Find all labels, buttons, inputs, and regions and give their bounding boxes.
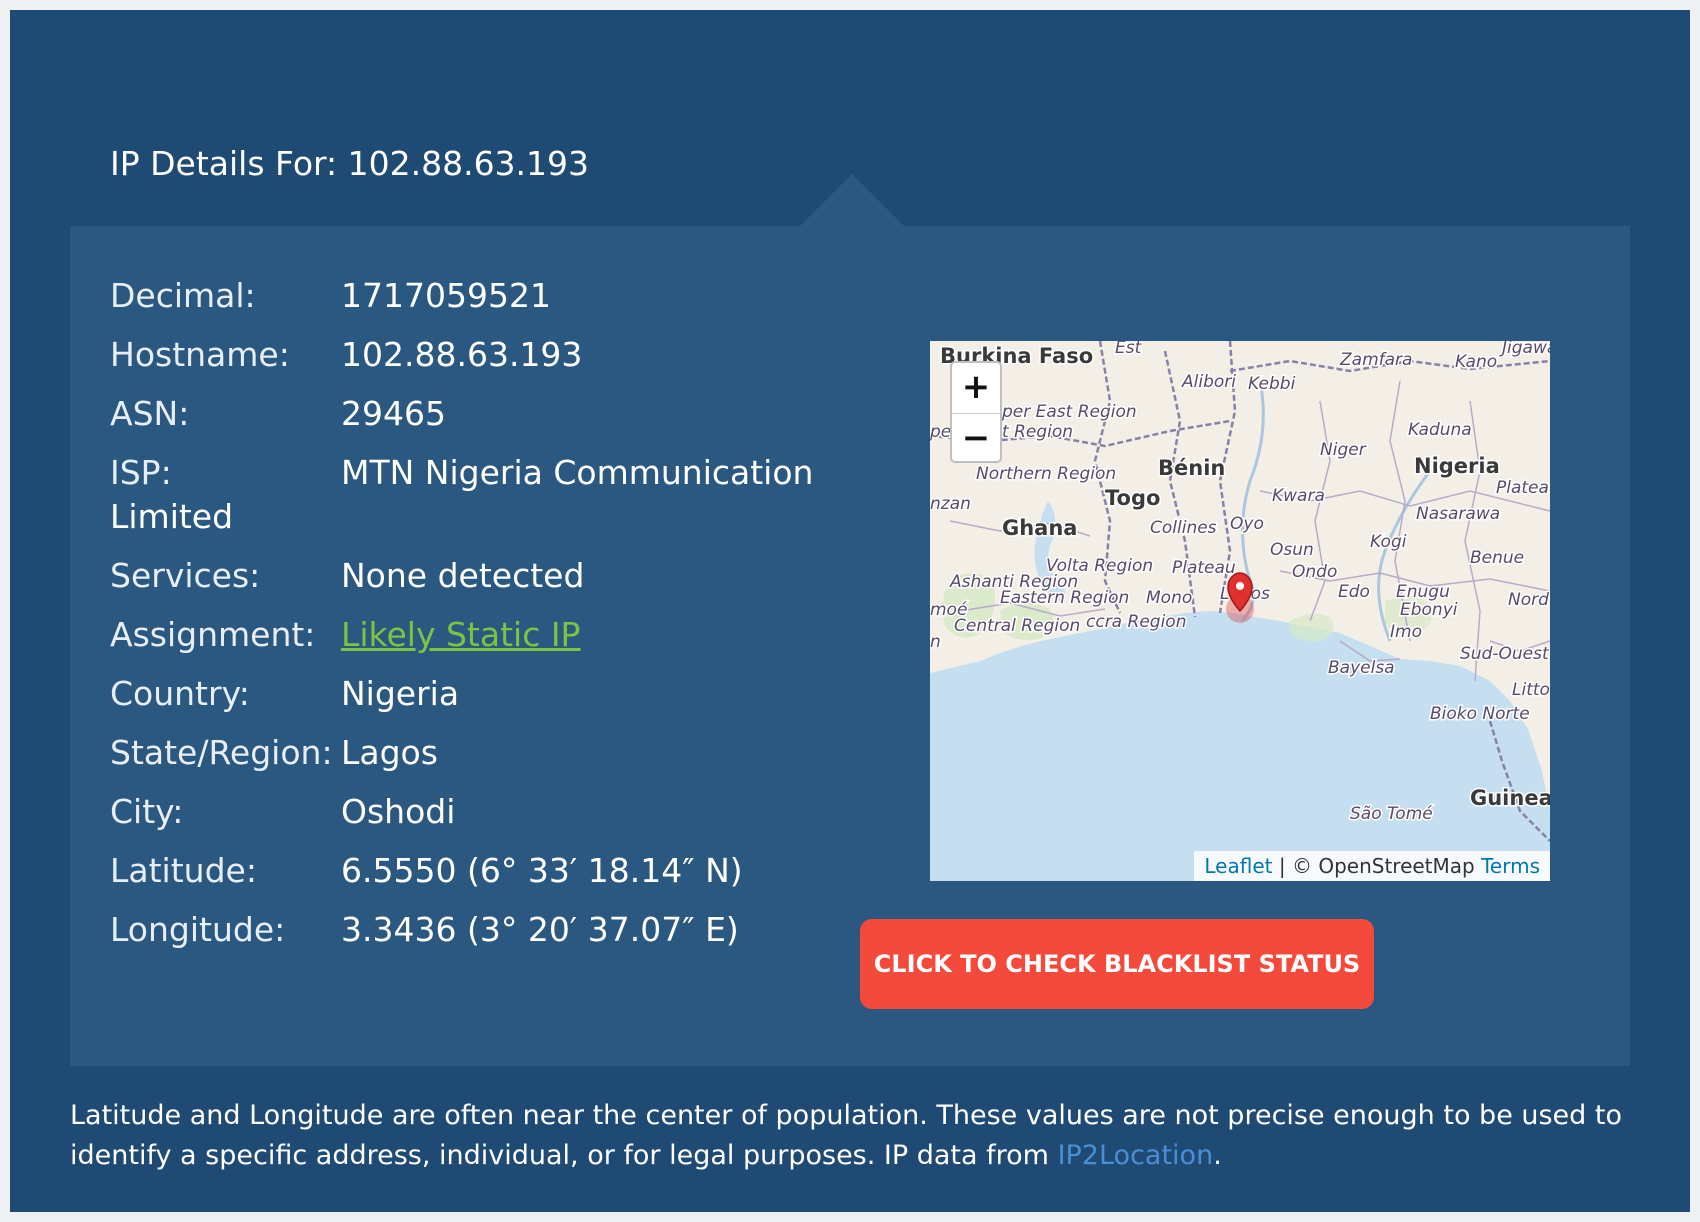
map-label-litto: Litto xyxy=(1512,680,1550,700)
map-label-osun: Osun xyxy=(1270,540,1314,560)
map-label-zan: nzan xyxy=(930,494,971,514)
map-label-sud-ouest: Sud-Ouest xyxy=(1460,644,1550,664)
asn-value: 29465 xyxy=(341,394,446,433)
leaflet-link[interactable]: Leaflet xyxy=(1204,854,1272,878)
map-label-ebonyi: Ebonyi xyxy=(1400,600,1458,620)
latitude-value: 6.5550 (6° 33′ 18.14″ N) xyxy=(341,851,743,890)
state-region-value: Lagos xyxy=(341,733,438,772)
assignment-link[interactable]: Likely Static IP xyxy=(341,613,580,657)
map-label-plateau: Plateau xyxy=(1496,478,1550,498)
city-value: Oshodi xyxy=(341,792,456,831)
map-label-central: Central Region xyxy=(954,616,1080,636)
latitude-label: Latitude: xyxy=(110,851,257,890)
isp-label: ISP: xyxy=(110,453,172,492)
country-label: Country: xyxy=(110,674,250,713)
map-label-upper-east-2: t Region xyxy=(1002,422,1073,442)
map-label-n: n xyxy=(930,632,941,652)
ip2location-link[interactable]: IP2Location xyxy=(1058,1140,1214,1171)
map-label-kogi: Kogi xyxy=(1370,532,1407,552)
details-panel: Decimal: 1717059521 Hostname: 102.88.63.… xyxy=(70,226,1630,1066)
map-label-benue: Benue xyxy=(1470,548,1524,568)
map-label-kano: Kano xyxy=(1455,352,1497,372)
asn-label: ASN: xyxy=(110,394,190,433)
map-label-nigeria: Nigeria xyxy=(1414,454,1500,478)
assignment-label: Assignment: xyxy=(110,615,316,654)
isp-value: MTN Nigeria Communication xyxy=(341,453,814,492)
services-label: Services: xyxy=(110,556,261,595)
map-label-collines: Collines xyxy=(1150,518,1217,538)
isp-value-continuation: Limited xyxy=(110,497,234,536)
map-label-imo: Imo xyxy=(1390,622,1422,642)
map-label-upper-east: per East Region xyxy=(1001,402,1137,422)
city-label: City: xyxy=(110,792,184,831)
map-label-northern-region: Northern Region xyxy=(976,464,1116,484)
disclaimer-end: . xyxy=(1213,1140,1222,1171)
location-map[interactable]: Burkina Faso Est Alibori Kebbi Zamfara K… xyxy=(930,341,1550,881)
osm-attribution: © OpenStreetMap xyxy=(1291,854,1475,878)
page-title: IP Details For: 102.88.63.193 xyxy=(110,144,590,183)
map-label-niger: Niger xyxy=(1320,440,1367,460)
map-label-nord: Nord xyxy=(1508,590,1549,610)
map-label-est: Est xyxy=(1115,341,1143,358)
map-label-ghana: Ghana xyxy=(1002,516,1077,540)
map-label-zamfara: Zamfara xyxy=(1339,350,1412,370)
disclaimer-text: Latitude and Longitude are often near th… xyxy=(70,1100,1622,1171)
services-value: None detected xyxy=(341,556,585,595)
map-label-ondo: Ondo xyxy=(1292,562,1337,582)
map-label-kaduna: Kaduna xyxy=(1408,420,1472,440)
map-label-jigawa: Jigawa xyxy=(1499,341,1550,358)
map-label-kwara: Kwara xyxy=(1272,486,1325,506)
map-label-pe: pe xyxy=(930,422,951,442)
map-label-plateau-2: Plateau xyxy=(1172,558,1236,578)
map-label-bayelsa: Bayelsa xyxy=(1328,658,1395,678)
map-label-enugu: Enugu xyxy=(1396,582,1450,602)
location-disclaimer: Latitude and Longitude are often near th… xyxy=(70,1096,1650,1176)
state-region-label: State/Region: xyxy=(110,733,333,772)
decimal-value: 1717059521 xyxy=(341,276,551,315)
map-label-oyo: Oyo xyxy=(1230,514,1264,534)
map-label-benin: Bénin xyxy=(1158,456,1225,480)
decimal-label: Decimal: xyxy=(110,276,256,315)
panel-notch xyxy=(800,174,904,226)
map-label-sao-tome: São Tomé xyxy=(1350,804,1433,824)
map-label-mono: Mono xyxy=(1146,588,1192,608)
hostname-value: 102.88.63.193 xyxy=(341,335,583,374)
map-label-eastern: Eastern Region xyxy=(1000,588,1129,608)
longitude-value: 3.3436 (3° 20′ 37.07″ E) xyxy=(341,910,739,949)
check-blacklist-button[interactable]: CLICK TO CHECK BLACKLIST STATUS xyxy=(860,919,1374,1009)
map-label-togo: Togo xyxy=(1105,486,1160,510)
map-attribution: Leaflet | © OpenStreetMap Terms xyxy=(1194,851,1550,881)
hostname-label: Hostname: xyxy=(110,335,290,374)
ip-details-section: IP Details For: 102.88.63.193 Decimal: 1… xyxy=(10,10,1690,1212)
map-tiles: Burkina Faso Est Alibori Kebbi Zamfara K… xyxy=(930,341,1550,842)
country-value: Nigeria xyxy=(341,674,460,713)
zoom-out-button[interactable]: − xyxy=(952,414,1000,461)
map-label-nasarawa: Nasarawa xyxy=(1416,504,1500,524)
attribution-separator: | xyxy=(1278,854,1286,878)
map-zoom-control: + − xyxy=(950,361,1002,463)
longitude-label: Longitude: xyxy=(110,910,286,949)
map-label-kebbi: Kebbi xyxy=(1248,374,1296,394)
map-label-guinea: Guinea xyxy=(1470,786,1550,810)
terms-link[interactable]: Terms xyxy=(1481,854,1540,878)
map-label-accra: ccra Region xyxy=(1086,612,1186,632)
map-label-alibori: Alibori xyxy=(1181,372,1236,392)
map-label-edo: Edo xyxy=(1338,582,1370,602)
map-label-bioko: Bioko Norte xyxy=(1430,704,1530,724)
zoom-in-button[interactable]: + xyxy=(952,363,1000,414)
